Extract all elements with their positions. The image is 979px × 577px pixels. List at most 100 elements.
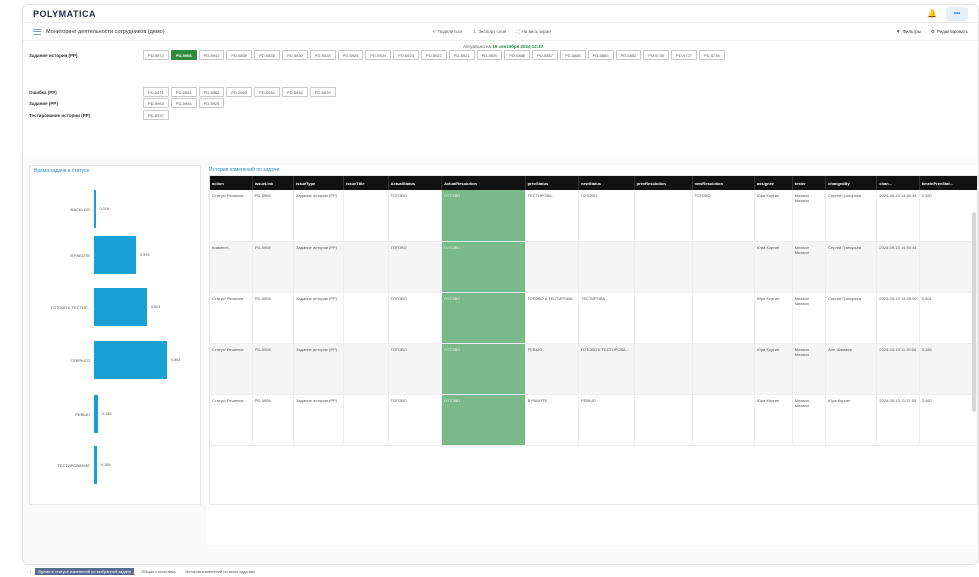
column-header[interactable]: issueType bbox=[293, 176, 345, 190]
filter-chip[interactable]: PD-5875 bbox=[309, 87, 336, 97]
filter-chip[interactable]: PD-5952 bbox=[226, 87, 253, 97]
filter-chip[interactable]: PD-5928 bbox=[309, 50, 336, 60]
column-header[interactable]: timeInPrevStat... bbox=[919, 176, 977, 190]
tab-all-history[interactable]: История изменений по всем задачам bbox=[182, 568, 257, 575]
column-header[interactable]: tester bbox=[792, 176, 827, 190]
status-bar[interactable] bbox=[94, 446, 97, 484]
filter-chip[interactable]: PD-5922 bbox=[420, 50, 447, 60]
table-cell: Коммент... bbox=[210, 241, 253, 293]
filter-chip[interactable]: PD-5887 bbox=[532, 50, 558, 60]
column-header[interactable]: action bbox=[210, 176, 253, 190]
bar-value: 0,864 bbox=[171, 358, 181, 362]
fullscreen-button[interactable]: ⛶ На весь экран bbox=[516, 29, 551, 35]
history-table-wrapper[interactable]: action issueLink issueType issueTitle Actual… bbox=[209, 175, 978, 505]
table-cell: ГОТОВО bbox=[388, 190, 443, 242]
filter-chip[interactable]: PD-5972 bbox=[143, 50, 169, 60]
share-button[interactable]: < Поделиться bbox=[433, 29, 463, 35]
column-header[interactable]: tim bbox=[977, 176, 978, 190]
column-header[interactable]: ActualStatus bbox=[388, 176, 443, 190]
status-bar[interactable] bbox=[94, 395, 98, 433]
filter-chips: PD-5963 PD-5945 PD-5925 bbox=[143, 98, 973, 108]
status-bar[interactable] bbox=[94, 341, 167, 379]
bell-icon[interactable]: 🔔 bbox=[926, 8, 938, 20]
status-bar[interactable] bbox=[94, 288, 147, 326]
filter-chip[interactable]: PD-5925 bbox=[198, 98, 225, 108]
filter-chip[interactable]: PD-5942 bbox=[198, 50, 225, 60]
filter-chip[interactable]: PD-5888 bbox=[504, 50, 531, 60]
status-bar[interactable] bbox=[94, 236, 136, 274]
bar-area: 0,864 bbox=[94, 341, 202, 379]
edit-button[interactable]: ⚙ Редактировать bbox=[931, 29, 968, 35]
table-cell: Михаил Михаил bbox=[792, 343, 827, 395]
filter-row: Задание история (PP) PD-5972 PD-5908 PD-594… bbox=[29, 50, 973, 60]
sheet-nav-icon[interactable]: ‹ bbox=[30, 569, 31, 574]
filter-chip[interactable]: PD-5730 bbox=[643, 50, 670, 60]
filter-chip[interactable]: PD-5951 bbox=[254, 87, 280, 97]
table-cell: ТЕСТИРОВА... bbox=[578, 292, 635, 344]
tab-general-stats[interactable]: Общая статистика bbox=[138, 568, 178, 575]
column-header[interactable]: newResolution bbox=[692, 176, 755, 190]
filter-chip[interactable]: PD-5920 bbox=[476, 50, 503, 60]
column-header[interactable]: prevResolution bbox=[634, 176, 693, 190]
app-frame: POLYMATICA 🔔 ••• Мониторинг деятельности… bbox=[22, 4, 979, 565]
table-cell bbox=[919, 241, 977, 293]
filter-chip[interactable]: PD-5921 bbox=[448, 50, 475, 60]
filter-chip[interactable]: PD-5908 bbox=[170, 50, 197, 60]
filter-chip[interactable]: PD-5727 bbox=[671, 50, 697, 60]
bar-area: 0,018 bbox=[94, 190, 202, 228]
panel-title: Время задачи в статусе bbox=[34, 168, 90, 174]
filter-chip[interactable]: PD-5964 bbox=[170, 87, 197, 97]
table-row[interactable]: Статус/ Решение PD-5908 Задание истории (P… bbox=[210, 190, 977, 242]
filter-chip[interactable]: PD-5930 bbox=[281, 50, 308, 60]
filters-button[interactable]: ▼ Фильтры bbox=[896, 29, 921, 35]
table-cell: Статус/ Решение bbox=[210, 292, 253, 344]
filter-chip[interactable]: PD-5924 bbox=[365, 50, 392, 60]
table-row[interactable]: Статус/ Решение PD-5908 Задание истории (P… bbox=[210, 343, 978, 395]
column-header[interactable]: newStatus bbox=[578, 176, 635, 190]
bar-label: ГОТОВО К ТЕСТИР... bbox=[50, 304, 90, 310]
table-cell bbox=[977, 343, 978, 394]
filter-chip[interactable]: PD-5923 bbox=[393, 50, 419, 60]
table-cell: Статус/ Решение bbox=[210, 394, 253, 446]
dashboard-title: Мониторинг деятельности сотрудников (дем… bbox=[46, 28, 165, 35]
table-row[interactable]: Коммент... PD-5908 Задание истории (PP) ГОТ… bbox=[210, 241, 977, 293]
status-bar[interactable] bbox=[94, 190, 96, 228]
table-cell: Задание истории (PP) bbox=[293, 292, 345, 344]
filter-chip[interactable]: PD-5726 bbox=[698, 50, 725, 60]
filter-chip[interactable]: PD-5937 bbox=[143, 110, 169, 120]
vertical-scrollbar[interactable] bbox=[972, 212, 976, 412]
filter-chip[interactable]: PD-5925 bbox=[337, 50, 364, 60]
column-header[interactable]: prevStatus bbox=[525, 176, 580, 190]
filter-row: Тестирование истории (PP) PD-5937 bbox=[29, 110, 973, 120]
filter-chip[interactable]: PD-5838 bbox=[254, 50, 280, 60]
user-avatar[interactable]: ••• bbox=[946, 6, 968, 21]
column-header[interactable]: ActualResolution bbox=[441, 176, 526, 190]
table-cell: Юра Коргин bbox=[754, 343, 793, 395]
filter-chip[interactable]: PD-5839 bbox=[226, 50, 253, 60]
bar-label: В РАБОТЕ bbox=[70, 252, 90, 258]
column-header[interactable]: chan... bbox=[876, 176, 920, 190]
filter-chip[interactable]: PD-5852 bbox=[615, 50, 642, 60]
column-header[interactable]: changedBy bbox=[825, 176, 878, 190]
export-layer-button[interactable]: ⇩ Экспорт слоя bbox=[473, 29, 507, 35]
column-header[interactable]: assignee bbox=[754, 176, 793, 190]
filter-row: Ошибка (PP) PD-5971 PD-5964 PD-5962 PD-5952 P… bbox=[29, 87, 973, 97]
table-row[interactable]: Статус/ Решение PD-5908 Задание истории (P… bbox=[210, 292, 977, 344]
filter-chip[interactable]: PD-5944 bbox=[281, 87, 308, 97]
filter-chip[interactable]: PD-5971 bbox=[143, 87, 169, 97]
table-cell: Задание истории (PP) bbox=[293, 241, 345, 293]
menu-icon[interactable] bbox=[33, 28, 41, 35]
filter-chip[interactable]: PD-5885 bbox=[587, 50, 614, 60]
column-header[interactable]: issueTitle bbox=[343, 176, 389, 190]
filter-chip[interactable]: PD-5886 bbox=[559, 50, 586, 60]
table-row[interactable]: Статус/ Решение PD-5908 Задание истории (P… bbox=[210, 394, 977, 446]
column-header[interactable]: issueLink bbox=[252, 176, 295, 190]
gear-icon: ⚙ bbox=[930, 28, 935, 34]
tab-status-time[interactable]: Время в статусе изменений по выбранной з… bbox=[35, 568, 135, 575]
table-cell: 2024-09-13 14:50:44 bbox=[876, 241, 920, 293]
filter-chip[interactable]: PD-5962 bbox=[198, 87, 225, 97]
filter-chip[interactable]: PD-5945 bbox=[170, 98, 197, 108]
filter-chip[interactable]: PD-5963 bbox=[143, 98, 169, 108]
table-cell: Задание истории (PP) bbox=[293, 394, 345, 446]
table-cell: Сергей Григорьев bbox=[825, 241, 878, 293]
